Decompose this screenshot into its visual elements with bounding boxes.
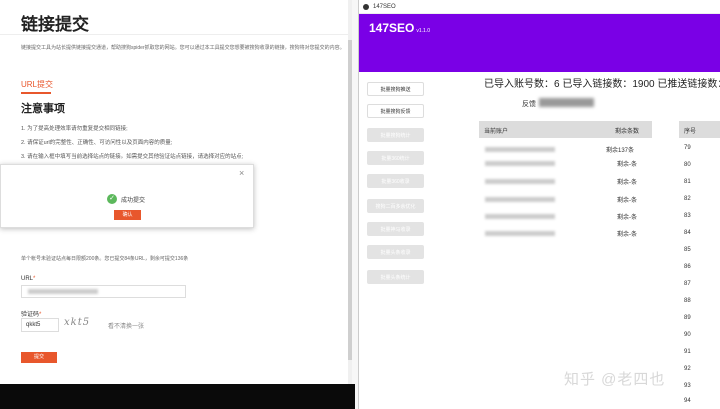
url-label: URL*: [21, 276, 35, 282]
seq-cell: 87: [684, 281, 691, 287]
remaining-cell: 剩余-条: [617, 198, 637, 204]
seq-cell: 94: [684, 398, 691, 404]
seq-cell: 93: [684, 383, 691, 389]
seq-cell: 82: [684, 196, 691, 202]
divider: [0, 34, 352, 35]
taskbar: [0, 384, 355, 409]
feedback-label: 反馈: [522, 101, 536, 108]
seq-cell: 79: [684, 145, 691, 151]
window-titlebar: 147SEO: [359, 0, 720, 14]
url-redacted: [28, 289, 98, 294]
check-icon: ✓: [107, 194, 117, 204]
account-redacted: [485, 197, 555, 202]
table-row[interactable]: 剩余-条: [479, 210, 652, 223]
table-row[interactable]: 剩余137条: [479, 143, 652, 156]
seq-cell: 85: [684, 247, 691, 253]
table-row[interactable]: 剩余-条: [479, 175, 652, 188]
seq-cell: 81: [684, 179, 691, 185]
page-title: 链接提交: [21, 15, 89, 34]
table-row[interactable]: 剩余-条: [479, 227, 652, 240]
sogou-webmaster-page: 链接提交 链接提交工具为站长提供链接提交通道，帮助搜狗spider抓取您的网站。…: [0, 0, 352, 409]
seq-cell: 91: [684, 349, 691, 355]
seq-cell: 88: [684, 298, 691, 304]
version-label: v1.1.0: [416, 28, 430, 34]
screenshot-root: 链接提交 链接提交工具为站长提供链接提交通道，帮助搜狗spider抓取您的网站。…: [0, 0, 720, 409]
captcha-refresh-link[interactable]: 看不清换一张: [108, 321, 144, 330]
success-dialog: × ✓ 成功提交 确认: [0, 164, 254, 228]
url-label-text: URL: [21, 276, 34, 282]
success-text: 成功提交: [121, 197, 146, 204]
account-redacted: [485, 231, 555, 236]
captcha-input[interactable]: qkkt5: [21, 318, 59, 332]
sidebar-button-sogou-feedback[interactable]: 批量搜狗反馈: [367, 104, 424, 118]
sidebar: 批量搜狗推送 批量搜狗反馈 批量搜狗统计 批量360统计 批量360收录 搜狗二…: [359, 72, 475, 409]
table-row[interactable]: 剩余-条: [479, 193, 652, 206]
note-item: 3. 请在输入框中填写当前选择站点的链接。如需提交其他验证站点链接，请选择对应的…: [21, 154, 244, 160]
zhihu-watermark: 知乎 @老四也: [564, 371, 666, 388]
note-item: 2. 请保证url的完整性、正确性、可访问性以及页面内容的质量;: [21, 140, 173, 146]
notes-title: 注意事项: [21, 103, 65, 115]
app-brand: 147SEO v1.1.0: [369, 21, 430, 35]
tab-url-submit[interactable]: URL提交: [21, 79, 53, 90]
captcha-label: 验证码*: [21, 309, 41, 318]
seq-cell: 92: [684, 366, 691, 372]
account-redacted: [485, 147, 555, 152]
column-header-seq: 序号: [684, 129, 697, 135]
submit-button[interactable]: 提交: [21, 352, 57, 363]
success-message: ✓ 成功提交: [107, 194, 145, 204]
seq-cell: 86: [684, 264, 691, 270]
sidebar-button-sogou-optimize[interactable]: 搜狗二百多余优化: [367, 199, 424, 213]
remaining-cell: 剩余137条: [606, 148, 635, 154]
quota-info: 单个帐号未验证站点每日限额200条。您已提交84条URL，剩余可提交136条: [21, 256, 189, 262]
brand-name: 147SEO: [369, 21, 415, 35]
tab-active-indicator: [21, 92, 51, 94]
required-mark: *: [33, 276, 36, 282]
remaining-cell: 剩余-条: [617, 232, 637, 238]
close-icon[interactable]: ×: [239, 168, 244, 178]
table-row[interactable]: 剩余-条: [479, 157, 652, 170]
app-icon: [363, 4, 369, 10]
remaining-cell: 剩余-条: [617, 180, 637, 186]
remaining-cell: 剩余-条: [617, 162, 637, 168]
sidebar-button-toutiao-index[interactable]: 批量头条收录: [367, 245, 424, 259]
window-title: 147SEO: [373, 4, 396, 10]
column-header-account: 当前账户: [484, 129, 509, 135]
account-redacted: [485, 161, 555, 166]
account-redacted: [485, 179, 555, 184]
seq-cell: 80: [684, 162, 691, 168]
page-description: 链接提交工具为站长提供链接提交通道，帮助搜狗spider抓取您的网站。您可以通过…: [21, 45, 345, 51]
note-item: 1. 为了提高处理效率请勿重复提交相同链接;: [21, 126, 128, 132]
seq-cell: 83: [684, 213, 691, 219]
remaining-cell: 剩余-条: [617, 215, 637, 221]
seq-cell: 84: [684, 230, 691, 236]
sidebar-button-sogou-stats[interactable]: 批量搜狗统计: [367, 128, 424, 142]
seq-cell: 89: [684, 315, 691, 321]
captcha-image[interactable]: xkt5: [64, 317, 102, 332]
sidebar-button-shenma-index[interactable]: 批量神马收录: [367, 222, 424, 236]
notes-list: 1. 为了提高处理效率请勿重复提交相同链接; 2. 请保证url的完整性、正确性…: [21, 122, 351, 164]
sidebar-button-360-stats[interactable]: 批量360统计: [367, 151, 424, 165]
sidebar-button-360-index[interactable]: 批量360收录: [367, 174, 424, 188]
import-stats: 已导入账号数：6 已导入链接数：1900 已推送链接数：78: [484, 79, 720, 90]
account-redacted: [485, 214, 555, 219]
sidebar-button-toutiao-stats[interactable]: 批量头条统计: [367, 270, 424, 284]
feedback-redacted: [539, 98, 594, 107]
column-header-remaining: 剩余条数: [615, 129, 640, 135]
seq-cell: 90: [684, 332, 691, 338]
sidebar-button-sogou-push[interactable]: 批量搜狗推送: [367, 82, 424, 96]
confirm-button[interactable]: 确认: [114, 210, 141, 220]
